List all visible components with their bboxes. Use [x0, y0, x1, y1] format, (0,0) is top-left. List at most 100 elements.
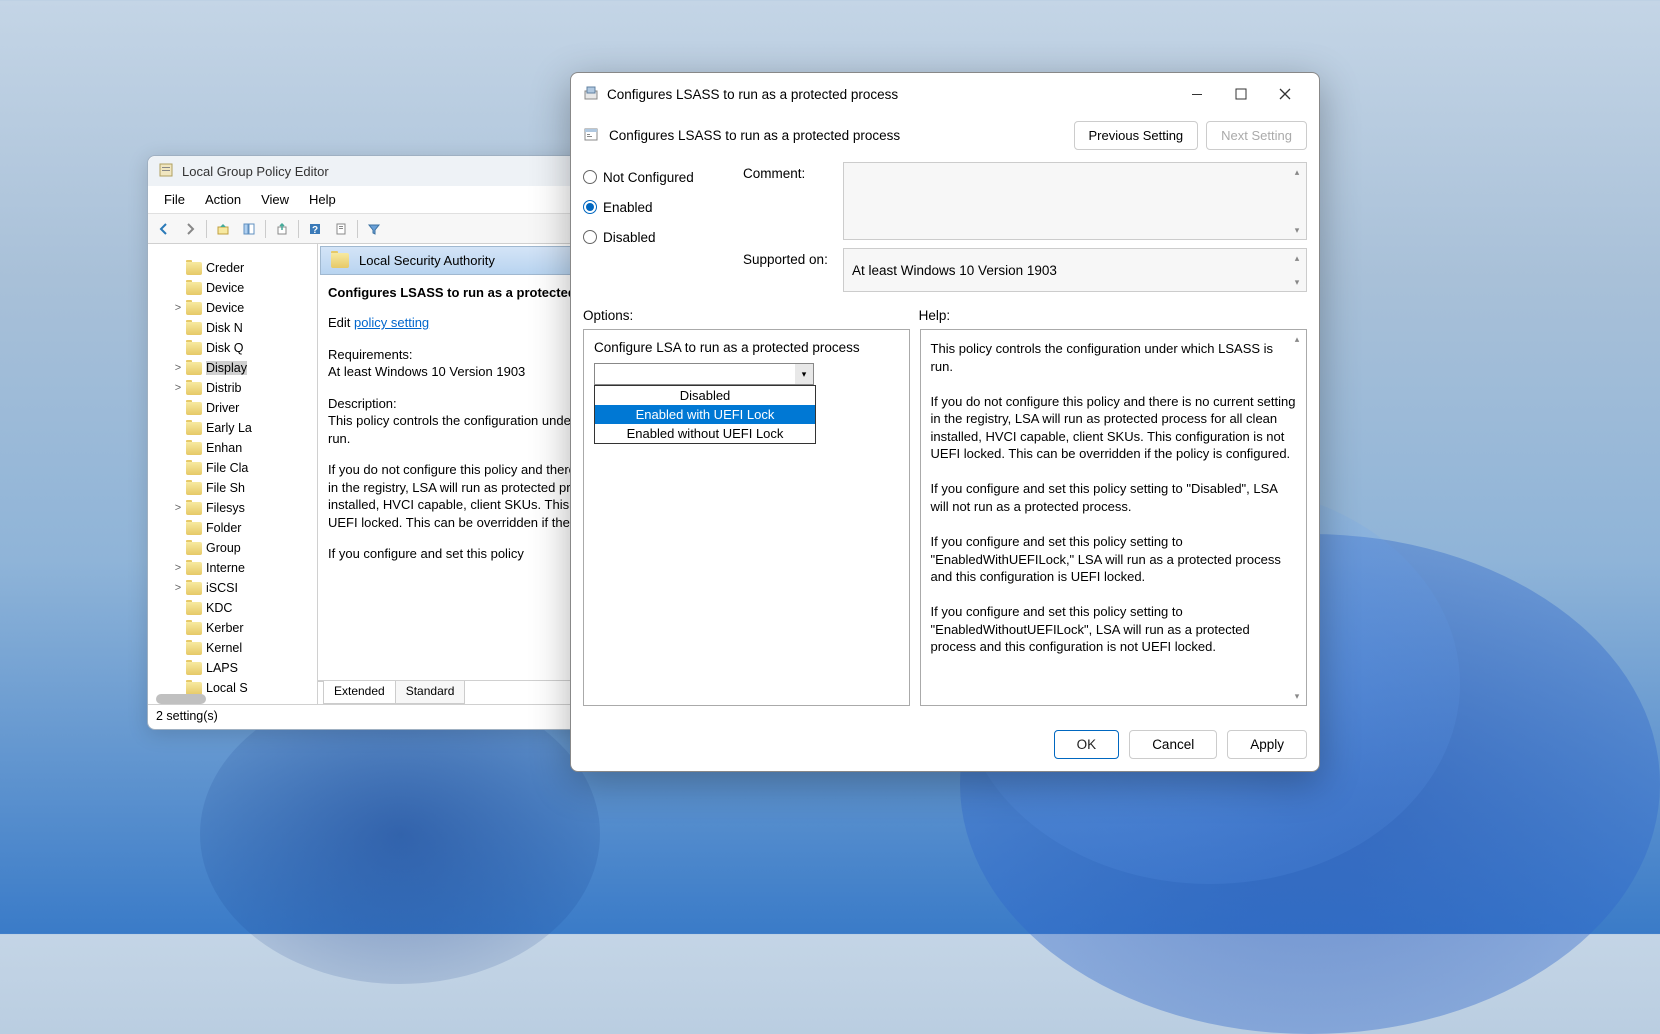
tree-item[interactable]: Folder — [148, 518, 317, 538]
filter-button[interactable] — [362, 218, 386, 240]
help-button[interactable]: ? — [303, 218, 327, 240]
radio-label: Disabled — [603, 230, 656, 245]
radio-label: Enabled — [603, 200, 653, 215]
scroll-up-icon[interactable]: ▴ — [1290, 165, 1304, 179]
comment-field[interactable]: ▴ ▾ — [843, 162, 1307, 240]
previous-setting-button[interactable]: Previous Setting — [1074, 121, 1199, 150]
cancel-button[interactable]: Cancel — [1129, 730, 1217, 759]
tree-item[interactable]: Disk N — [148, 318, 317, 338]
menu-action[interactable]: Action — [197, 190, 249, 209]
expand-icon[interactable]: > — [172, 562, 184, 574]
expand-icon[interactable]: > — [172, 362, 184, 374]
tree-item-label: File Cla — [206, 461, 248, 475]
expand-icon[interactable]: > — [172, 382, 184, 394]
next-setting-button[interactable]: Next Setting — [1206, 121, 1307, 150]
tree-item-label: Early La — [206, 421, 252, 435]
tree-item[interactable]: Kernel — [148, 638, 317, 658]
comment-label: Comment: — [743, 162, 833, 181]
radio-icon — [583, 200, 597, 214]
dialog-title: Configures LSASS to run as a protected p… — [607, 87, 1175, 102]
gpe-title-text: Local Group Policy Editor — [182, 164, 329, 179]
tree-item-label: KDC — [206, 601, 232, 615]
options-panel: Configure LSA to run as a protected proc… — [583, 329, 910, 706]
option-dropdown[interactable]: ▾ DisabledEnabled with UEFI LockEnabled … — [594, 363, 814, 385]
scroll-up-icon[interactable]: ▴ — [1290, 332, 1304, 346]
help-p3: If you configure and set this policy set… — [931, 480, 1296, 515]
tree-item-label: Creder — [206, 261, 244, 275]
menu-help[interactable]: Help — [301, 190, 344, 209]
folder-icon — [186, 342, 202, 355]
toolbar-separator — [206, 220, 207, 238]
expand-icon[interactable]: > — [172, 302, 184, 314]
help-p2: If you do not configure this policy and … — [931, 393, 1296, 463]
scroll-down-icon[interactable]: ▾ — [1290, 275, 1304, 289]
forward-button[interactable] — [178, 218, 202, 240]
menu-file[interactable]: File — [156, 190, 193, 209]
tree-item-label: Filesys — [206, 501, 245, 515]
expand-icon[interactable]: > — [172, 582, 184, 594]
help-p1: This policy controls the configuration u… — [931, 340, 1296, 375]
expand-icon[interactable]: > — [172, 502, 184, 514]
tree-item-label: File Sh — [206, 481, 245, 495]
ok-button[interactable]: OK — [1054, 730, 1120, 759]
dialog-subtitle: Configures LSASS to run as a protected p… — [609, 128, 900, 143]
tree-item[interactable]: > Filesys — [148, 498, 317, 518]
radio-label: Not Configured — [603, 170, 694, 185]
radio-not-configured[interactable]: Not Configured — [583, 162, 723, 192]
supported-label: Supported on: — [743, 248, 833, 267]
chevron-down-icon[interactable]: ▾ — [795, 364, 813, 384]
tree-item[interactable]: LAPS — [148, 658, 317, 678]
dropdown-list: DisabledEnabled with UEFI LockEnabled wi… — [594, 385, 816, 444]
up-folder-button[interactable] — [211, 218, 235, 240]
tree-item[interactable]: Driver — [148, 398, 317, 418]
tree-item[interactable]: Disk Q — [148, 338, 317, 358]
show-hide-tree-button[interactable] — [237, 218, 261, 240]
minimize-button[interactable] — [1175, 79, 1219, 109]
edit-prefix: Edit — [328, 315, 354, 330]
radio-enabled[interactable]: Enabled — [583, 192, 723, 222]
scroll-down-icon[interactable]: ▾ — [1290, 223, 1304, 237]
refresh-button[interactable] — [329, 218, 353, 240]
folder-icon — [186, 642, 202, 655]
maximize-button[interactable] — [1219, 79, 1263, 109]
help-label: Help: — [919, 308, 1307, 323]
folder-icon — [186, 302, 202, 315]
dropdown-option[interactable]: Enabled with UEFI Lock — [595, 405, 815, 424]
folder-icon — [186, 602, 202, 615]
tree-item[interactable]: >iSCSI — [148, 578, 317, 598]
dropdown-option[interactable]: Disabled — [595, 386, 815, 405]
tree-item[interactable]: File Cla — [148, 458, 317, 478]
close-button[interactable] — [1263, 79, 1307, 109]
tab-extended[interactable]: Extended — [323, 681, 396, 704]
tree-item-label: LAPS — [206, 661, 238, 675]
apply-button[interactable]: Apply — [1227, 730, 1307, 759]
dialog-title-bar[interactable]: Configures LSASS to run as a protected p… — [571, 73, 1319, 115]
tree-item[interactable]: Kerber — [148, 618, 317, 638]
export-button[interactable] — [270, 218, 294, 240]
back-button[interactable] — [152, 218, 176, 240]
tree-item[interactable]: >Distrib — [148, 378, 317, 398]
tree-item[interactable]: >Interne — [148, 558, 317, 578]
tree-item-label: Device — [206, 301, 244, 315]
dropdown-option[interactable]: Enabled without UEFI Lock — [595, 424, 815, 443]
radio-disabled[interactable]: Disabled — [583, 222, 723, 252]
tree-item[interactable]: > Device — [148, 298, 317, 318]
tree-item[interactable]: File Sh — [148, 478, 317, 498]
tree-item[interactable]: Early La — [148, 418, 317, 438]
tab-standard[interactable]: Standard — [395, 681, 466, 704]
tree-item[interactable]: > Display — [148, 358, 317, 378]
menu-view[interactable]: View — [253, 190, 297, 209]
scroll-up-icon[interactable]: ▴ — [1290, 251, 1304, 265]
scroll-down-icon[interactable]: ▾ — [1290, 689, 1304, 703]
detail-header-text: Local Security Authority — [359, 253, 495, 268]
tree-item[interactable]: Creder — [148, 258, 317, 278]
tree-scrollbar[interactable] — [156, 694, 206, 704]
tree-item[interactable]: Enhan — [148, 438, 317, 458]
tree-item-label: Display — [206, 361, 247, 375]
tree-item[interactable]: KDC — [148, 598, 317, 618]
tree-item[interactable]: Device — [148, 278, 317, 298]
edit-policy-link[interactable]: policy setting — [354, 315, 429, 330]
gpe-tree[interactable]: CrederDevice>DeviceDisk NDisk Q>Display>… — [148, 244, 318, 704]
tree-item[interactable]: Group — [148, 538, 317, 558]
policy-icon — [583, 126, 599, 145]
